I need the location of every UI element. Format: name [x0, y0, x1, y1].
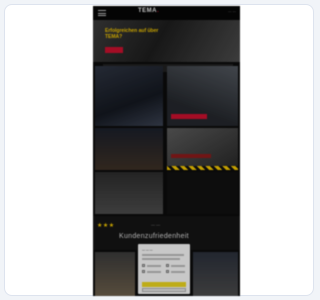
red-label: [171, 114, 207, 119]
cookie-checkbox[interactable]: [166, 264, 169, 267]
image-tile[interactable]: [167, 172, 238, 214]
image-tile[interactable]: [167, 128, 238, 170]
hero-title: Erfolgreichen auf über TEMA?: [105, 28, 159, 40]
image-tile[interactable]: [95, 128, 163, 170]
save-settings-button[interactable]: [142, 288, 186, 292]
hero-cta-button[interactable]: [105, 47, 123, 53]
image-tile[interactable]: [95, 252, 135, 296]
cookie-option-label: [171, 270, 185, 273]
cookie-text-line: [142, 258, 180, 260]
menu-icon[interactable]: [98, 10, 106, 16]
site-logo[interactable]: TEMA.: [138, 8, 159, 14]
cookie-checkbox[interactable]: [142, 264, 145, 267]
image-tile[interactable]: [95, 172, 163, 214]
cookie-option-label: [171, 264, 185, 267]
cookie-checkbox[interactable]: [166, 270, 169, 273]
hero-section: Erfolgreichen auf über TEMA?: [93, 20, 240, 72]
cookie-checkbox[interactable]: [142, 270, 145, 273]
hazard-stripe: [167, 166, 238, 170]
rating-stars: ★★★: [97, 223, 115, 229]
cookie-consent-dialog: — — —: [138, 244, 190, 294]
cookie-dialog-title: — — —: [142, 248, 153, 252]
mobile-page-preview: TEMA. ··· ··· Erfolgreichen auf über TEM…: [93, 6, 240, 296]
image-tile[interactable]: [193, 252, 238, 296]
accept-all-button[interactable]: [142, 282, 186, 287]
section-kicker: — —: [151, 222, 161, 227]
section-headline: Kundenzufriedenheit: [119, 233, 189, 240]
header-links[interactable]: ··· ···: [228, 10, 236, 14]
image-tile[interactable]: [95, 66, 163, 126]
top-navigation-bar: TEMA. ··· ···: [93, 6, 240, 20]
cookie-text-line: [142, 254, 184, 256]
cookie-option-label: [147, 270, 161, 273]
cookie-option-label: [147, 264, 161, 267]
red-label: [171, 154, 211, 158]
